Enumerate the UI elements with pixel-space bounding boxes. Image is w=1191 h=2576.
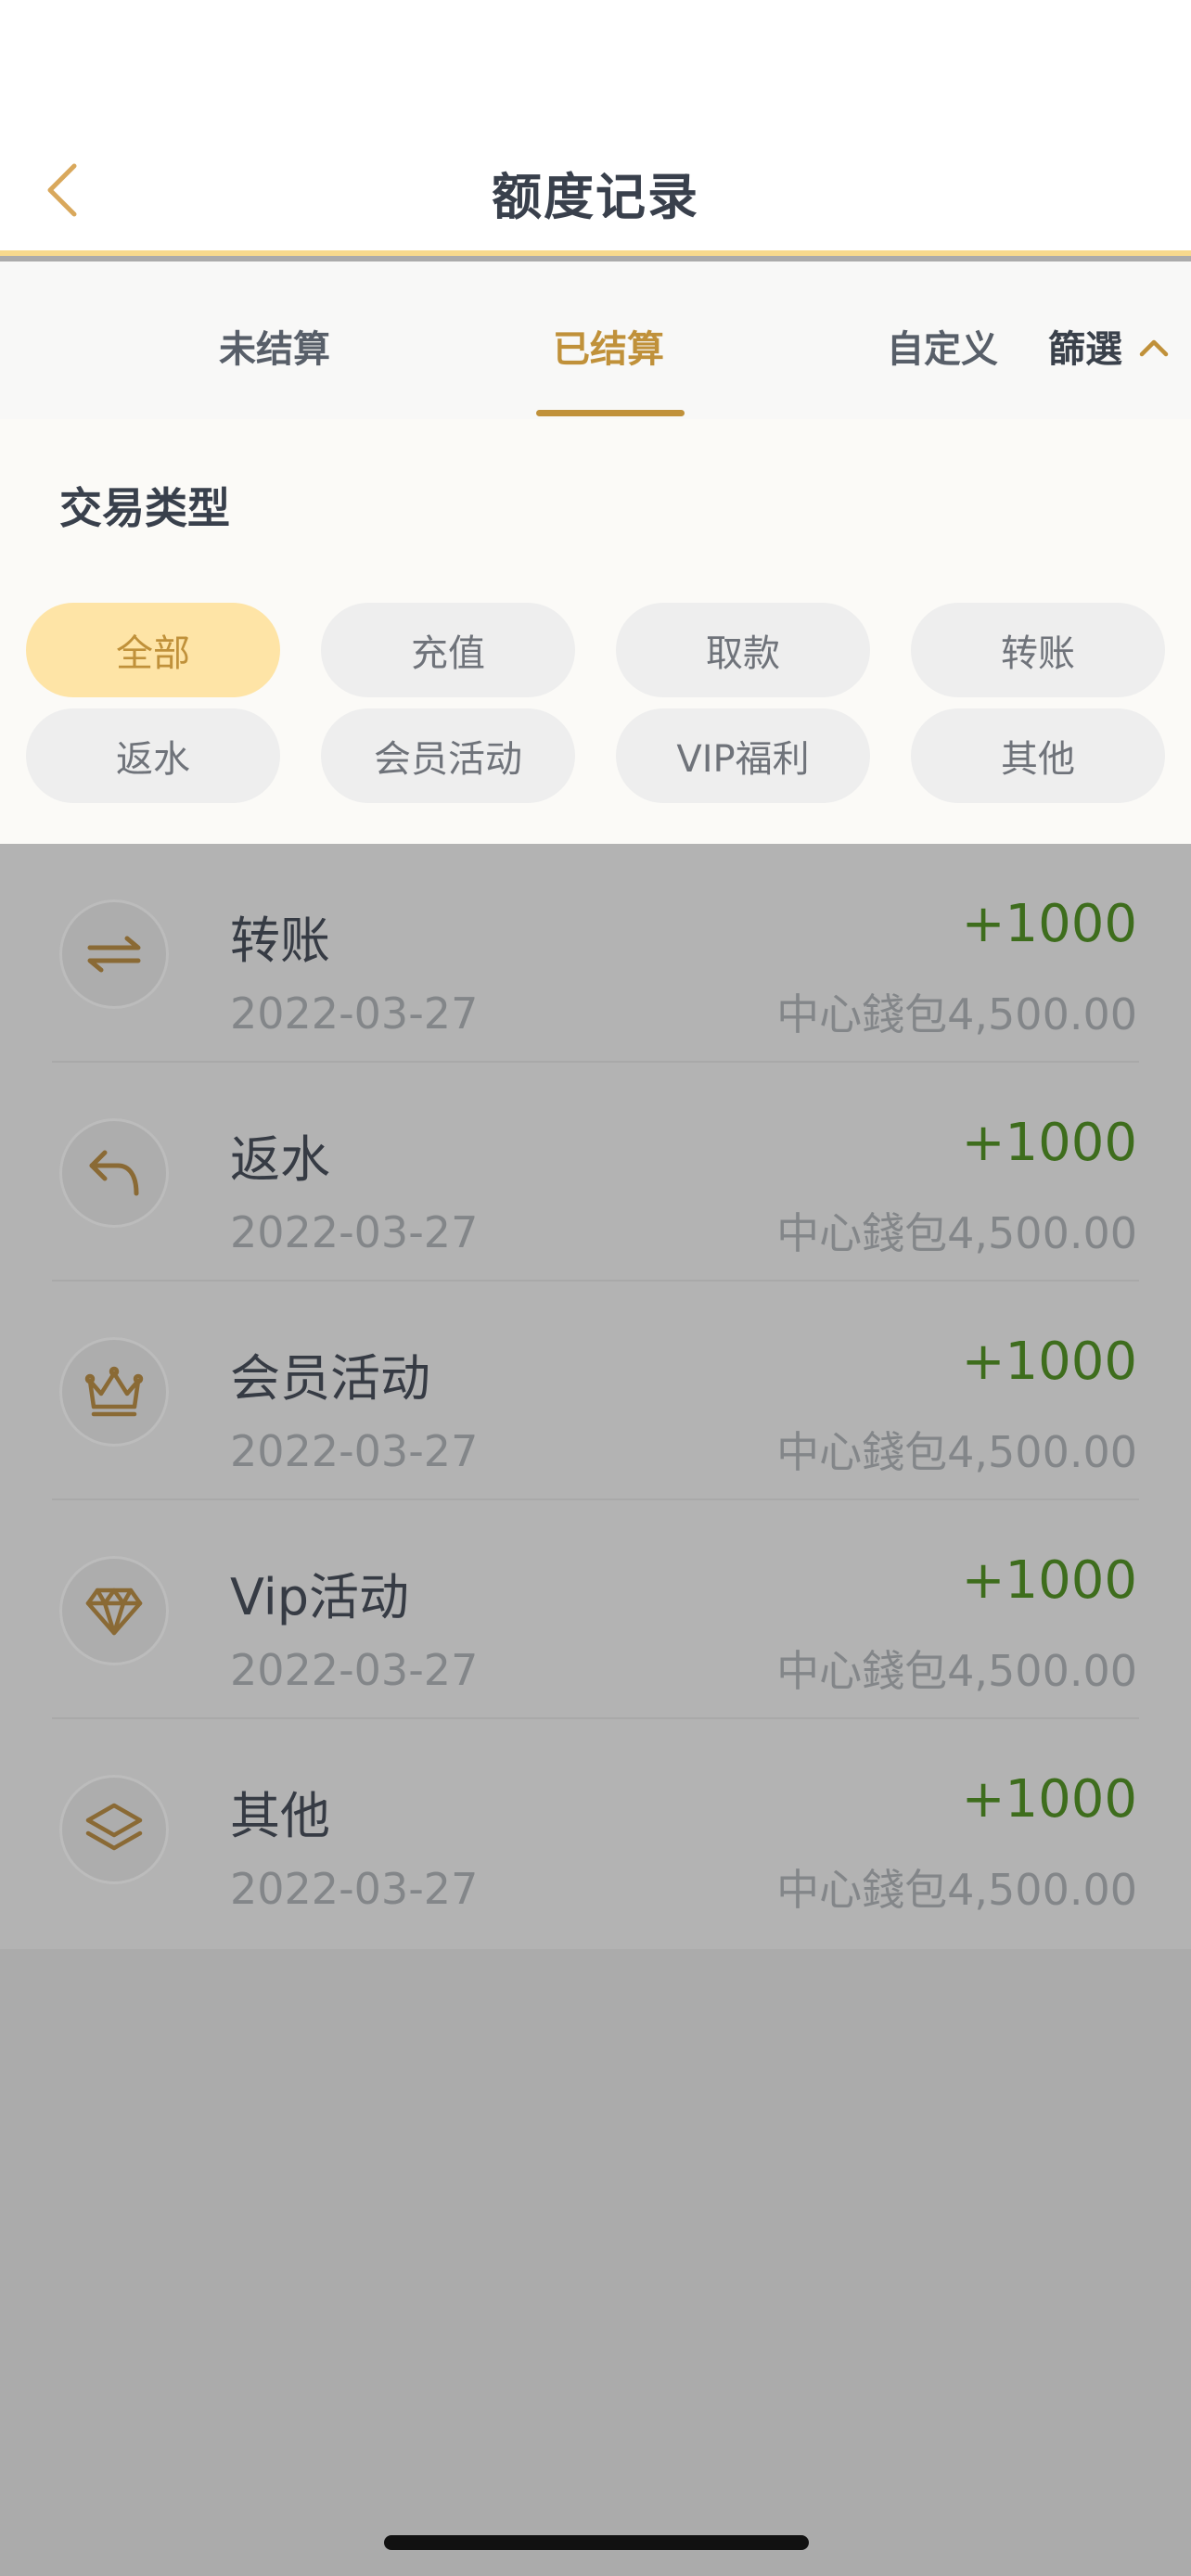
tab-bar: 未结算 已结算 自定义 篩選 [0,261,1191,419]
list-item[interactable]: 返水 2022-03-27 +1000 中心錢包4,500.00 [0,1063,1191,1282]
chip-other[interactable]: 其他 [911,708,1165,803]
chip-vip-benefit[interactable]: VIP福利 [616,708,870,803]
list-item[interactable]: Vip活动 2022-03-27 +1000 中心錢包4,500.00 [0,1500,1191,1719]
tab-unsettled[interactable]: 未结算 [219,319,330,373]
transaction-balance: 中心錢包4,500.00 [776,1865,1137,1915]
chip-rebate[interactable]: 返水 [26,708,280,803]
transaction-balance: 中心錢包4,500.00 [776,1208,1137,1258]
nav-header: 额度记录 [0,0,1191,256]
transaction-name: 会员活动 [230,1349,430,1408]
transaction-date: 2022-03-27 [230,1864,479,1914]
chip-all[interactable]: 全部 [26,603,280,697]
diamond-icon [59,1556,169,1665]
transaction-balance: 中心錢包4,500.00 [776,1646,1137,1696]
layers-icon [59,1775,169,1884]
transfer-icon [59,899,169,1009]
rebate-icon [59,1118,169,1228]
home-indicator [384,2535,809,2550]
active-tab-indicator [536,410,685,416]
list-item[interactable]: 转账 2022-03-27 +1000 中心錢包4,500.00 [0,844,1191,1063]
chip-withdraw[interactable]: 取款 [616,603,870,697]
transaction-balance: 中心錢包4,500.00 [776,989,1137,1039]
chip-transfer[interactable]: 转账 [911,603,1165,697]
transaction-amount: +1000 [961,894,1137,954]
page-title: 额度记录 [492,168,699,226]
filter-toggle-label: 篩選 [1048,328,1122,371]
transaction-name: Vip活动 [230,1568,410,1626]
transaction-amount: +1000 [961,1332,1137,1392]
page: 额度记录 未结算 已结算 自定义 篩選 交易类型 全部 充值 取款 转账 返水 … [0,0,1191,2576]
filter-toggle[interactable]: 篩選 [1048,319,1169,373]
transaction-date: 2022-03-27 [230,988,479,1039]
transaction-name: 转账 [230,912,330,970]
transaction-date: 2022-03-27 [230,1207,479,1257]
tab-custom[interactable]: 自定义 [887,319,998,373]
transaction-amount: +1000 [961,1769,1137,1830]
transaction-name: 其他 [230,1787,330,1845]
transaction-balance: 中心錢包4,500.00 [776,1427,1137,1477]
chip-member-activity[interactable]: 会员活动 [321,708,575,803]
list-item[interactable]: 其他 2022-03-27 +1000 中心錢包4,500.00 [0,1719,1191,1938]
transaction-amount: +1000 [961,1113,1137,1173]
transaction-amount: +1000 [961,1550,1137,1611]
transaction-name: 返水 [230,1130,330,1189]
transaction-date: 2022-03-27 [230,1426,479,1476]
filter-section-title: 交易类型 [59,483,230,533]
tab-settled[interactable]: 已结算 [553,319,664,373]
transaction-list: 转账 2022-03-27 +1000 中心錢包4,500.00 返水 2022… [0,844,1191,1949]
list-item[interactable]: 会员活动 2022-03-27 +1000 中心錢包4,500.00 [0,1282,1191,1500]
filter-panel: 交易类型 全部 充值 取款 转账 返水 会员活动 VIP福利 其他 [0,419,1191,844]
chevron-up-icon [1139,339,1169,357]
crown-icon [59,1337,169,1447]
transaction-date: 2022-03-27 [230,1645,479,1695]
chip-deposit[interactable]: 充值 [321,603,575,697]
